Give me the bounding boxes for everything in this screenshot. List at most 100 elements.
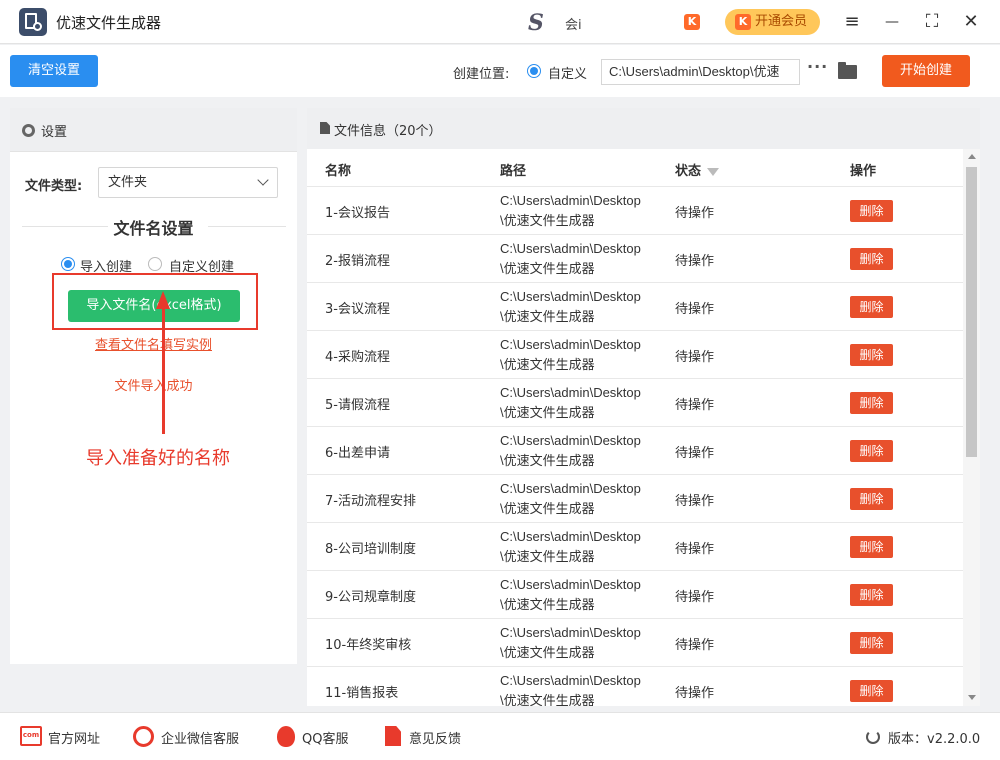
file-path-cell: C:\Users\admin\Desktop\优速文件生成器 [500,241,641,276]
delete-button[interactable]: 删除 [850,536,893,558]
file-path-cell: C:\Users\admin\Desktop\优速文件生成器 [500,433,641,468]
annotation-arrow-head [156,291,170,309]
file-name-cell: 2-报销流程 [325,254,390,269]
folder-icon[interactable] [838,62,857,79]
file-name-cell: 5-请假流程 [325,398,390,413]
file-path-cell: C:\Users\admin\Desktop\优速文件生成器 [500,289,641,324]
toolbar: 清空设置 创建位置: 自定义 C:\Users\admin\Desktop\优速… [0,45,1000,97]
filter-icon[interactable] [707,167,720,176]
refresh-icon[interactable] [866,730,880,744]
file-info-header: 文件信息（20个） [307,108,980,149]
vip-k-icon[interactable]: K [684,14,700,30]
website-link[interactable]: 官方网址 [48,728,100,747]
column-action-header: 操作 [850,164,877,179]
file-name-cell: 1-会议报告 [325,206,390,221]
table-row: 10-年终奖审核 C:\Users\admin\Desktop\优速文件生成器 待操… [307,619,963,667]
file-status-cell: 待操作 [675,686,715,701]
wechat-support-link[interactable]: 企业微信客服 [161,728,239,747]
clear-settings-button[interactable]: 清空设置 [10,55,98,87]
document-icon [320,122,330,134]
vip-button[interactable]: K 开通会员 [725,9,820,35]
file-name-cell: 11-销售报表 [325,686,399,701]
file-name-cell: 9-公司规章制度 [325,590,416,605]
more-options-icon[interactable]: ··· [807,57,828,76]
menu-icon[interactable]: ≡ [840,10,864,34]
feedback-icon [385,726,401,746]
import-status-text: 文件导入成功 [114,379,193,394]
delete-button[interactable]: 删除 [850,200,893,222]
delete-button[interactable]: 删除 [850,248,893,270]
table-row: 5-请假流程 C:\Users\admin\Desktop\优速文件生成器 待操作 删… [307,379,963,427]
feedback-link[interactable]: 意见反馈 [409,728,461,747]
app-title: 优速文件生成器 [56,14,162,32]
file-info-title: 文件信息（20个） [334,124,442,139]
delete-button[interactable]: 删除 [850,344,893,366]
qq-support-link[interactable]: QQ客服 [302,728,348,747]
minimize-icon[interactable]: — [880,10,904,34]
file-type-select[interactable]: 文件夹 [98,167,278,198]
delete-button[interactable]: 删除 [850,392,893,414]
column-name-header: 名称 [325,164,352,179]
brand-text: 会i [565,18,582,33]
import-create-radio[interactable] [61,257,75,271]
vip-button-label: 开通会员 [755,14,808,29]
file-path-cell: C:\Users\admin\Desktop\优速文件生成器 [500,673,641,706]
delete-button[interactable]: 删除 [850,440,893,462]
file-path-cell: C:\Users\admin\Desktop\优速文件生成器 [500,193,641,228]
filename-example-link[interactable]: 查看文件名填写实例 [10,334,297,353]
scroll-up-icon[interactable] [968,154,976,159]
delete-button[interactable]: 删除 [850,488,893,510]
file-status-cell: 待操作 [675,638,715,653]
table-row: 3-会议流程 C:\Users\admin\Desktop\优速文件生成器 待操作 删… [307,283,963,331]
brand-s-icon: S [528,10,544,36]
column-path-header: 路径 [500,164,527,179]
location-custom-radio[interactable] [527,64,541,78]
column-status-header[interactable]: 状态 [675,160,720,179]
file-name-cell: 3-会议流程 [325,302,390,317]
file-type-value: 文件夹 [108,175,148,190]
scrollbar-thumb[interactable] [966,167,977,457]
chevron-down-icon [257,174,269,186]
close-icon[interactable]: ✕ [959,10,983,34]
file-name-cell: 10-年终奖审核 [325,638,412,653]
filename-settings-title: 文件名设置 [113,219,194,238]
app-logo-icon [19,8,47,36]
file-status-cell: 待操作 [675,302,715,317]
table-row: 2-报销流程 C:\Users\admin\Desktop\优速文件生成器 待操作 删… [307,235,963,283]
delete-button[interactable]: 删除 [850,296,893,318]
delete-button[interactable]: 删除 [850,632,893,654]
scrollbar[interactable] [963,149,980,706]
file-path-cell: C:\Users\admin\Desktop\优速文件生成器 [500,481,641,516]
scroll-down-icon[interactable] [968,695,976,700]
output-path-input[interactable]: C:\Users\admin\Desktop\优速 [601,59,800,85]
import-filenames-button[interactable]: 导入文件名(excel格式) [68,290,240,322]
table-row: 4-采购流程 C:\Users\admin\Desktop\优速文件生成器 待操作 删… [307,331,963,379]
footer: com 官方网址 企业微信客服 QQ客服 意见反馈 版本：v2.2.0.0 [0,712,1000,760]
file-status-cell: 待操作 [675,206,715,221]
file-path-cell: C:\Users\admin\Desktop\优速文件生成器 [500,577,641,612]
delete-button[interactable]: 删除 [850,680,893,702]
file-path-cell: C:\Users\admin\Desktop\优速文件生成器 [500,385,641,420]
version-text: 版本：v2.2.0.0 [888,732,981,747]
delete-button[interactable]: 删除 [850,584,893,606]
file-name-cell: 8-公司培训制度 [325,542,416,557]
table-row: 1-会议报告 C:\Users\admin\Desktop\优速文件生成器 待操作 删… [307,187,963,235]
annotation-text: 导入准备好的名称 [86,448,230,469]
table-row: 8-公司培训制度 C:\Users\admin\Desktop\优速文件生成器 待操… [307,523,963,571]
table-header: 名称 路径 状态 操作 [307,149,963,187]
qq-icon [277,726,295,747]
wechat-icon [133,726,154,747]
website-icon: com [20,726,42,746]
table-row: 6-出差申请 C:\Users\admin\Desktop\优速文件生成器 待操作 删… [307,427,963,475]
file-status-cell: 待操作 [675,350,715,365]
file-status-cell: 待操作 [675,254,715,269]
maximize-icon[interactable]: ⛶ [920,10,944,34]
start-create-button[interactable]: 开始创建 [882,55,970,87]
location-custom-label: 自定义 [548,67,588,82]
annotation-arrow [162,304,165,434]
file-table-body: 1-会议报告 C:\Users\admin\Desktop\优速文件生成器 待操作删… [307,187,963,706]
table-row: 9-公司规章制度 C:\Users\admin\Desktop\优速文件生成器 待操… [307,571,963,619]
custom-create-radio[interactable] [148,257,162,271]
file-type-label: 文件类型: [25,179,83,194]
file-status-cell: 待操作 [675,446,715,461]
